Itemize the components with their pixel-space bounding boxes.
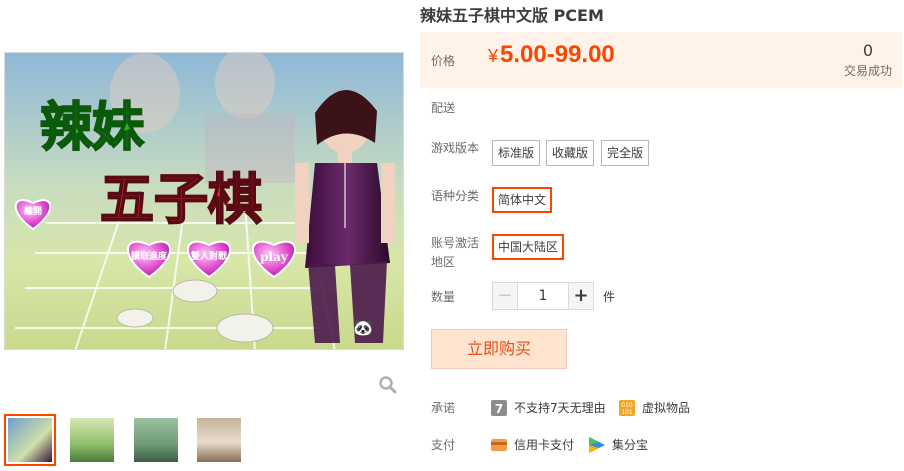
price-value: ¥5.00-99.00 — [488, 41, 615, 69]
credit-card-icon — [491, 438, 507, 451]
region-option-mainland-china[interactable]: 中国大陆区 — [492, 234, 565, 260]
price-panel: 价格 ¥5.00-99.00 0 交易成功 — [420, 32, 902, 88]
region-label-line1: 账号激活 — [431, 236, 480, 250]
promise-label: 承诺 — [431, 401, 456, 415]
edition-option-complete[interactable]: 完全版 — [601, 140, 650, 166]
price-label: 价格 — [431, 54, 456, 68]
product-main-image[interactable]: 辣妹 五子棋 🐼 離開 讀取進度 雙人對戰 play — [4, 52, 404, 350]
region-label-line2: 地区 — [431, 255, 456, 269]
deals-label: 交易成功 — [843, 64, 892, 78]
quantity-increase-button[interactable]: + — [568, 282, 594, 310]
product-title: 辣妹五子棋中文版 PCEM — [420, 6, 604, 25]
quantity-input[interactable]: 1 — [518, 282, 568, 310]
jifenbao-icon — [589, 436, 605, 453]
language-label: 语种分类 — [431, 189, 480, 203]
payment-credit-card-text: 信用卡支付 — [514, 438, 575, 452]
thumbnail-2[interactable] — [66, 414, 118, 466]
heart-label-versus: 雙人對戰 — [191, 250, 227, 262]
zoom-icon[interactable] — [378, 375, 398, 395]
buy-now-button[interactable]: 立即购买 — [431, 329, 567, 369]
promise-no-7day-return: 7 不支持7天无理由 — [491, 399, 606, 416]
language-option-simplified-chinese[interactable]: 简体中文 — [492, 187, 553, 213]
virtual-goods-icon: 010101 — [619, 399, 635, 416]
seven-day-icon: 7 — [491, 399, 507, 416]
payment-jifenbao: 集分宝 — [589, 436, 648, 453]
payment-credit-card: 信用卡支付 — [491, 436, 574, 453]
shipping-label: 配送 — [431, 101, 456, 115]
deals-counter: 0 交易成功 — [844, 41, 892, 79]
currency-symbol: ¥ — [488, 46, 499, 66]
heart-label-play: play — [260, 250, 289, 264]
svg-text:🐼: 🐼 — [353, 318, 373, 337]
edition-option-collector[interactable]: 收藏版 — [546, 140, 595, 166]
promise-virtual-goods-text: 虚拟物品 — [642, 401, 691, 415]
svg-text:010: 010 — [621, 402, 633, 409]
price-range: 5.00-99.00 — [500, 41, 615, 68]
heart-label-load: 讀取進度 — [131, 250, 168, 262]
payment-jifenbao-text: 集分宝 — [612, 438, 649, 452]
game-logo-line2: 五子棋 — [100, 167, 262, 231]
thumbnail-3[interactable] — [130, 414, 182, 466]
thumbnail-1[interactable] — [4, 414, 56, 466]
edition-option-standard[interactable]: 标准版 — [492, 140, 541, 166]
thumbnail-4[interactable] — [193, 414, 245, 466]
payment-label: 支付 — [431, 438, 456, 452]
deals-count: 0 — [862, 41, 874, 60]
game-logo-line1: 辣妹 — [40, 97, 144, 158]
quantity-label: 数量 — [431, 290, 456, 304]
svg-text:101: 101 — [621, 409, 633, 416]
edition-label: 游戏版本 — [431, 141, 480, 155]
svg-text:7: 7 — [495, 402, 503, 416]
quantity-unit: 件 — [603, 290, 616, 304]
heart-label-exit: 離開 — [24, 205, 42, 217]
promise-virtual-goods: 010 101 虚拟物品 — [619, 399, 690, 416]
promise-no-7day-return-text: 不支持7天无理由 — [514, 401, 606, 415]
quantity-decrease-button[interactable]: − — [492, 282, 518, 310]
